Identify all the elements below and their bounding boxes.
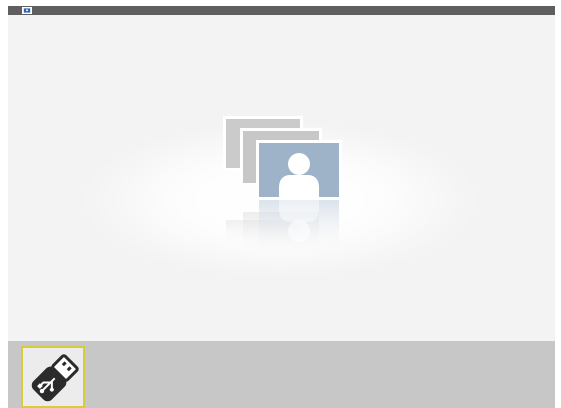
photo-stack-icon (223, 116, 342, 254)
usb-drive-icon (31, 354, 79, 402)
media-source-icon (22, 7, 32, 14)
top-bar (8, 6, 555, 15)
usb-source-button[interactable] (21, 346, 85, 408)
source-dock (8, 341, 555, 408)
media-viewer (8, 15, 555, 341)
